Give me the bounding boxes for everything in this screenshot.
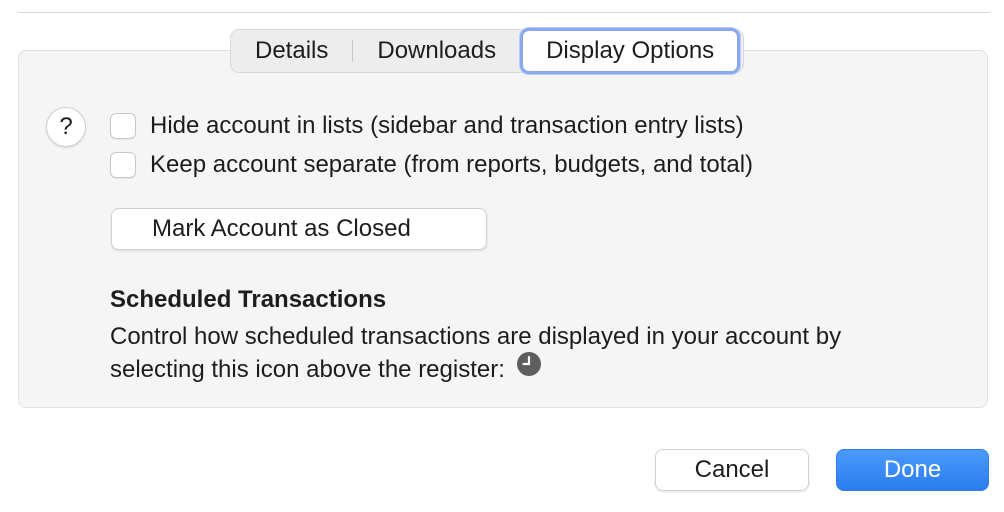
scheduled-description-text: Control how scheduled transactions are d… [110,323,842,383]
scheduled-transactions-description: Control how scheduled transactions are d… [110,320,930,386]
cancel-button[interactable]: Cancel [655,449,809,491]
mark-account-closed-button[interactable]: Mark Account as Closed [111,208,487,250]
keep-separate-label: Keep account separate (from reports, bud… [150,151,754,178]
tab-bar: Details Downloads Display Options [230,28,745,74]
keep-separate-option[interactable]: Keep account separate (from reports, bud… [110,151,753,179]
top-divider [18,12,990,13]
hide-account-checkbox[interactable] [110,113,136,139]
hide-account-label: Hide account in lists (sidebar and trans… [150,112,744,139]
done-button[interactable]: Done [836,449,989,491]
tab-downloads[interactable]: Downloads [353,29,520,73]
tab-display-options[interactable]: Display Options [520,28,741,74]
tab-details[interactable]: Details [231,29,352,73]
scheduled-transactions-heading: Scheduled Transactions [110,286,387,313]
hide-account-option[interactable]: Hide account in lists (sidebar and trans… [110,112,744,140]
keep-separate-checkbox[interactable] [110,152,136,178]
clock-icon [516,351,542,386]
help-button[interactable]: ? [46,107,86,147]
